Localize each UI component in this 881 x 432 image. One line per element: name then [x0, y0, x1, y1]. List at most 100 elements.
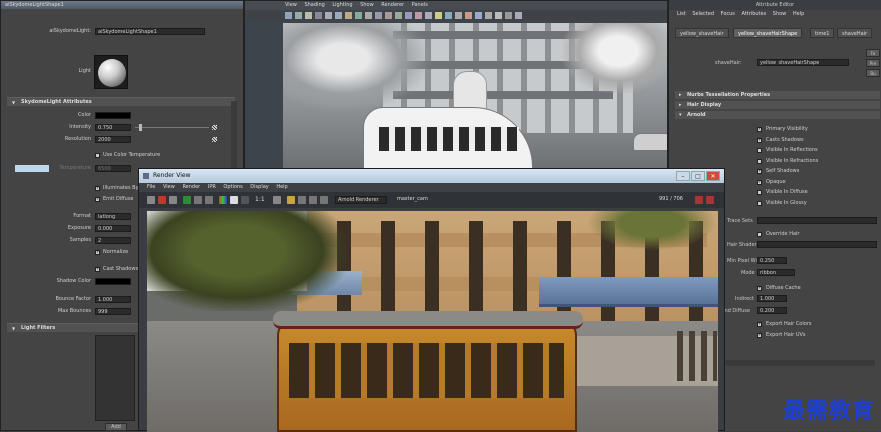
visible-in-reflections-checkbox[interactable]	[757, 148, 762, 153]
opaque-checkbox[interactable]	[757, 180, 762, 185]
menu-view[interactable]: View	[285, 2, 297, 8]
close-button[interactable]: ✕	[706, 171, 720, 181]
toolbar-icon[interactable]	[355, 12, 362, 19]
menu-options[interactable]: Options	[223, 184, 242, 190]
menu-show[interactable]: Show	[360, 2, 374, 8]
toolbar-icon[interactable]	[415, 12, 422, 19]
menu-display[interactable]: Display	[250, 184, 268, 190]
toolbar-icon[interactable]	[515, 12, 522, 19]
luminance-icon[interactable]	[241, 196, 249, 204]
render-view-titlebar[interactable]: Render View	[139, 169, 724, 183]
map-icon[interactable]	[212, 125, 217, 130]
refresh-icon[interactable]	[183, 196, 191, 204]
hair-display-section[interactable]: Hair Display	[675, 101, 880, 109]
intensity-slider[interactable]	[135, 127, 209, 128]
tab-shavehair[interactable]: shaveHair	[837, 28, 872, 38]
max-bounces-field[interactable]: 999	[95, 308, 131, 315]
toolbar-icon[interactable]	[395, 12, 402, 19]
mode-dropdown[interactable]: ribbon	[757, 269, 795, 276]
snapshot-icon[interactable]	[169, 196, 177, 204]
alpha-channel-icon[interactable]	[230, 196, 238, 204]
hair-shader-field[interactable]	[757, 241, 877, 248]
menu-list[interactable]: List	[677, 11, 686, 17]
focus-button[interactable]: Fo	[866, 49, 880, 57]
display-icon[interactable]	[320, 196, 328, 204]
zoom-ratio[interactable]: 1:1	[255, 196, 265, 203]
toolbar-icon[interactable]	[485, 12, 492, 19]
min-pixel-width-field[interactable]: 0.250	[757, 257, 787, 264]
add-filter-button[interactable]: Add	[105, 423, 127, 431]
toolbar-icon[interactable]	[385, 12, 392, 19]
toolbar-icon[interactable]	[345, 12, 352, 19]
menu-render[interactable]: Render	[182, 184, 200, 190]
cast-shadows-checkbox[interactable]	[95, 267, 100, 272]
intensity-slider-handle[interactable]	[139, 124, 142, 131]
keep-image-icon[interactable]	[205, 196, 213, 204]
toolbar-icon[interactable]	[375, 12, 382, 19]
presets-button[interactable]: Pre	[866, 59, 880, 67]
tab-yellow-shavehairshape[interactable]: yellow_shaveHairShape	[733, 28, 802, 38]
ind-diffuse-field[interactable]: 0.200	[757, 307, 787, 314]
temperature-swatch[interactable]	[15, 165, 49, 172]
region-icon[interactable]	[194, 196, 202, 204]
bounce-factor-field[interactable]: 1.000	[95, 296, 131, 303]
self-shadows-checkbox[interactable]	[757, 169, 762, 174]
toolbar-icon[interactable]	[285, 12, 292, 19]
menu-help[interactable]: Help	[793, 11, 804, 17]
toolbar-icon[interactable]	[495, 12, 502, 19]
export-hair-uvs-checkbox[interactable]	[757, 333, 762, 338]
rgb-channels-icon[interactable]	[219, 196, 227, 204]
color-icon[interactable]	[287, 196, 295, 204]
toolbar-icon[interactable]	[435, 12, 442, 19]
display-icon[interactable]	[309, 196, 317, 204]
shavehair-field[interactable]: yellow_shaveHairShape	[757, 59, 849, 66]
shadow-color-swatch[interactable]	[95, 278, 131, 285]
menu-show[interactable]: Show	[773, 11, 787, 17]
light-node-field[interactable]: aiSkydomeLightShape1	[95, 28, 205, 35]
trace-sets-field[interactable]	[757, 217, 877, 224]
toolbar-icon[interactable]	[405, 12, 412, 19]
tab-yellow-shavehair[interactable]: yellow_shaveHair	[675, 28, 729, 38]
format-dropdown[interactable]: latlong	[95, 213, 131, 220]
light-filters-list[interactable]	[95, 335, 135, 421]
toolbar-icon[interactable]	[305, 12, 312, 19]
temperature-field[interactable]: 6500	[95, 165, 131, 172]
primary-visibility-checkbox[interactable]	[757, 127, 762, 132]
menu-lighting[interactable]: Lighting	[332, 2, 352, 8]
bu-button[interactable]: Bu	[866, 69, 880, 77]
toolbar-icon[interactable]	[455, 12, 462, 19]
export-hair-colors-checkbox[interactable]	[757, 322, 762, 327]
toolbar-icon[interactable]	[465, 12, 472, 19]
render-icon[interactable]	[147, 196, 155, 204]
emit-diffuse-checkbox[interactable]	[95, 197, 100, 202]
resolution-field[interactable]: 2000	[95, 136, 131, 143]
menu-file[interactable]: File	[147, 184, 155, 190]
menu-attributes[interactable]: Attributes	[742, 11, 767, 17]
arnold-section[interactable]: Arnold	[675, 111, 880, 119]
casts-shadows-checkbox[interactable]	[757, 138, 762, 143]
toolbar-icon[interactable]	[475, 12, 482, 19]
visible-in-refractions-checkbox[interactable]	[757, 159, 762, 164]
display-icon[interactable]	[298, 196, 306, 204]
menu-help[interactable]: Help	[276, 184, 287, 190]
menu-panels[interactable]: Panels	[412, 2, 428, 8]
map-icon[interactable]	[212, 137, 217, 142]
toolbar-icon[interactable]	[425, 12, 432, 19]
menu-shading[interactable]: Shading	[304, 2, 324, 8]
ipr-icon[interactable]	[158, 196, 166, 204]
indirect-field[interactable]: 1.000	[757, 295, 787, 302]
visible-in-glossy-checkbox[interactable]	[757, 201, 762, 206]
skydome-attributes-section[interactable]: SkydomeLight Attributes	[7, 97, 235, 106]
toolbar-icon[interactable]	[505, 12, 512, 19]
tab-time1[interactable]: time1	[810, 28, 834, 38]
exposure-field[interactable]: 0.000	[95, 225, 131, 232]
diffuse-cache-checkbox[interactable]	[757, 286, 762, 291]
viewport-scene[interactable]	[283, 23, 667, 171]
toolbar-icon[interactable]	[295, 12, 302, 19]
minimize-button[interactable]: –	[676, 171, 690, 181]
rendered-image[interactable]	[147, 211, 718, 432]
toolbar-icon[interactable]	[445, 12, 452, 19]
illuminates-by-default-checkbox[interactable]	[95, 186, 100, 191]
maximize-button[interactable]: □	[691, 171, 705, 181]
menu-ipr[interactable]: IPR	[208, 184, 216, 190]
